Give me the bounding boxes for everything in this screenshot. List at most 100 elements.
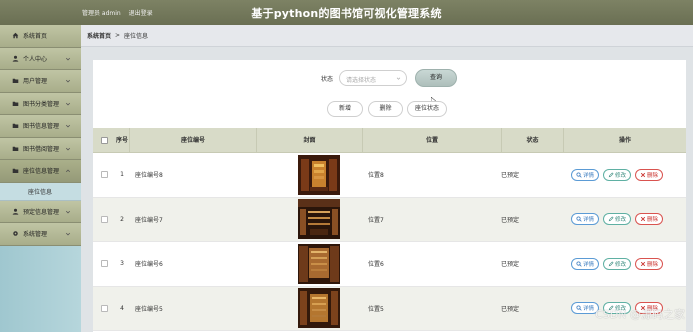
delete-row-button[interactable]: 删除 bbox=[635, 257, 664, 270]
app-title: 基于python的图书馆可视化管理系统 bbox=[251, 7, 442, 20]
row-checkbox[interactable] bbox=[100, 171, 108, 179]
edit-label: 修改 bbox=[615, 172, 627, 179]
seat-status-button[interactable]: 座位状态 bbox=[407, 101, 447, 117]
view-button[interactable]: 详情 bbox=[571, 257, 600, 270]
row-checkbox[interactable] bbox=[100, 304, 108, 312]
sidebar-item-label: 图书借阅管理 bbox=[23, 145, 60, 153]
view-label: 详情 bbox=[583, 217, 595, 224]
sidebar-item-label: 个人中心 bbox=[23, 55, 48, 63]
view-label: 详情 bbox=[583, 172, 595, 179]
delete-label: 删除 bbox=[647, 172, 659, 179]
chevron-down-icon bbox=[65, 102, 71, 105]
sidebar-item-system[interactable]: 系统管理 bbox=[0, 223, 81, 246]
chevron-down-icon bbox=[65, 124, 71, 128]
folder-icon bbox=[11, 122, 19, 130]
select-all-checkbox[interactable] bbox=[100, 136, 108, 144]
seat-thumbnail-image bbox=[298, 243, 340, 284]
status-select[interactable]: 请选择状态 bbox=[339, 70, 407, 86]
row-image-cell bbox=[256, 154, 362, 195]
action-bar: 新增 删除 座位状态 bbox=[93, 101, 686, 119]
edit-button[interactable]: 修改 bbox=[603, 213, 632, 226]
breadcrumb: 系统首页 > 座位信息 bbox=[81, 25, 693, 47]
sidebar-item-home[interactable]: 系统首页 bbox=[0, 25, 81, 48]
row-no: 3 bbox=[120, 260, 124, 268]
sidebar-item-label: 图书信息管理 bbox=[23, 123, 60, 131]
status-select-placeholder: 请选择状态 bbox=[346, 77, 377, 84]
table-row[interactable]: 3 座位编号6 位置6 已预定 详情 修改 删除 bbox=[93, 242, 686, 287]
sidebar-item-label: 系统首页 bbox=[23, 33, 48, 41]
view-button[interactable]: 详情 bbox=[571, 213, 600, 226]
edit-label: 修改 bbox=[615, 217, 627, 224]
watermark: CSDN @源码之家 bbox=[595, 308, 685, 321]
folder-icon bbox=[11, 167, 19, 175]
row-location: 位置7 bbox=[368, 216, 384, 224]
query-button[interactable]: 查询 bbox=[415, 69, 457, 87]
close-icon bbox=[640, 217, 646, 222]
view-button[interactable]: 详情 bbox=[571, 168, 600, 181]
edit-button[interactable]: 修改 bbox=[603, 257, 632, 270]
pencil-icon bbox=[608, 216, 614, 222]
pencil-icon bbox=[608, 261, 614, 266]
row-checkbox[interactable] bbox=[100, 215, 108, 223]
sidebar-item-seat-info[interactable]: 座位信息管理 bbox=[0, 160, 81, 183]
status-filter-label: 状态 bbox=[321, 76, 334, 83]
row-location: 位置5 bbox=[368, 305, 384, 313]
row-seat-number: 座位编号5 bbox=[135, 305, 163, 313]
header-operation: 操作 bbox=[563, 127, 686, 153]
sidebar-item-profile[interactable]: 个人中心 bbox=[0, 47, 81, 70]
delete-row-button[interactable]: 删除 bbox=[635, 213, 664, 226]
sidebar-item-label: 预定信息管理 bbox=[23, 208, 60, 216]
row-seat-number: 座位编号7 bbox=[135, 216, 163, 224]
row-checkbox[interactable] bbox=[100, 260, 108, 268]
search-icon bbox=[576, 172, 582, 178]
folder-icon bbox=[11, 99, 19, 107]
sidebar-item-book-borrow[interactable]: 图书借阅管理 bbox=[0, 137, 81, 160]
sidebar-item-book-category[interactable]: 图书分类管理 bbox=[0, 92, 81, 115]
breadcrumb-home[interactable]: 系统首页 bbox=[87, 31, 111, 40]
chevron-down-icon bbox=[65, 210, 71, 213]
sidebar-item-reservation[interactable]: 预定信息管理 bbox=[0, 200, 81, 223]
view-label: 详情 bbox=[583, 306, 595, 313]
row-status: 已预定 bbox=[501, 172, 520, 180]
sidebar-item-users[interactable]: 用户管理 bbox=[0, 70, 81, 93]
delete-row-button[interactable]: 删除 bbox=[635, 168, 664, 181]
delete-button[interactable]: 删除 bbox=[368, 101, 403, 117]
row-checkbox-cell bbox=[93, 171, 115, 179]
row-operations: 详情 修改 删除 bbox=[563, 168, 686, 181]
header-checkbox-cell bbox=[93, 136, 115, 144]
filter-bar: 状态 请选择状态 查询 bbox=[93, 68, 686, 88]
table-header: 序号 座位编号 封面 位置 状态 操作 bbox=[93, 127, 686, 153]
breadcrumb-current: 座位信息 bbox=[124, 33, 149, 40]
row-no: 4 bbox=[120, 304, 124, 312]
chevron-up-icon bbox=[65, 169, 71, 173]
sidebar-item-book-info[interactable]: 图书信息管理 bbox=[0, 115, 81, 138]
chevron-down-icon bbox=[65, 79, 71, 83]
add-button[interactable]: 新增 bbox=[327, 101, 363, 117]
submenu-item-seat-info[interactable]: 座位信息 bbox=[0, 182, 81, 201]
edit-button[interactable]: 修改 bbox=[603, 168, 632, 181]
home-icon bbox=[11, 32, 19, 40]
table-row[interactable]: 1 座位编号8 位置8 已预定 详情 修改 删除 bbox=[93, 153, 686, 198]
search-icon bbox=[576, 261, 582, 267]
chevron-down-icon bbox=[65, 57, 71, 60]
row-checkbox-cell bbox=[93, 260, 115, 268]
table-row[interactable]: 2 座位编号7 位置7 已预定 详情 修改 删除 bbox=[93, 197, 686, 242]
chevron-down-icon bbox=[65, 232, 71, 236]
pencil-icon bbox=[608, 172, 614, 177]
row-checkbox-cell bbox=[93, 215, 115, 223]
sidebar-item-label: 座位信息管理 bbox=[23, 168, 60, 176]
user-icon bbox=[11, 207, 19, 215]
row-no: 1 bbox=[120, 171, 124, 179]
folder-icon bbox=[11, 77, 19, 85]
row-no: 2 bbox=[120, 215, 124, 223]
gear-icon bbox=[11, 230, 19, 238]
sidebar-item-label: 用户管理 bbox=[23, 78, 48, 86]
row-seat-number: 座位编号6 bbox=[135, 261, 163, 269]
header-no: 序号 bbox=[115, 136, 128, 144]
chevron-down-icon bbox=[396, 77, 401, 80]
seat-thumbnail-image bbox=[298, 288, 340, 329]
header-location: 位置 bbox=[362, 127, 501, 153]
row-checkbox-cell bbox=[93, 304, 115, 312]
seat-thumbnail-image bbox=[298, 154, 340, 195]
row-location: 位置8 bbox=[368, 172, 384, 180]
